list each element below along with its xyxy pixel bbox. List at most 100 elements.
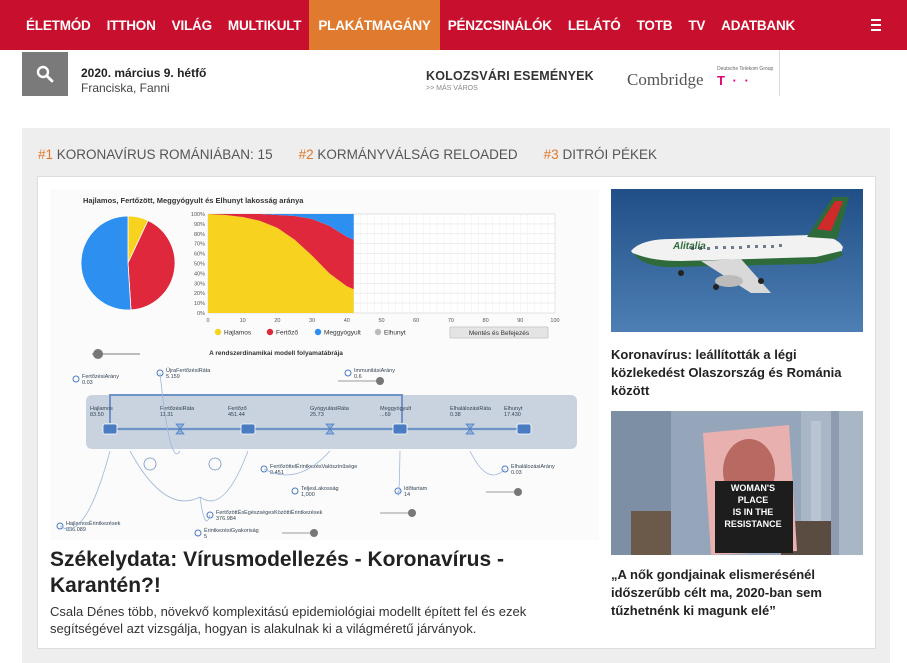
stock-value: 0.38 xyxy=(450,412,461,418)
main-lead: Csala Dénes több, növekvő komplexitású e… xyxy=(50,604,527,636)
x-tick-label: 60 xyxy=(413,318,419,324)
x-tick-label: 20 xyxy=(274,318,280,324)
date-nameday: 2020. március 9. hétfő Franciska, Fanni xyxy=(81,66,206,95)
x-tick-label: 100 xyxy=(550,318,559,324)
chart-title: Hajlamos, Fertőzött, Meggyógyult és Elhu… xyxy=(83,196,304,205)
x-tick-label: 40 xyxy=(344,318,350,324)
param-name: ÚjraFertőzésiRáta xyxy=(166,367,211,374)
side-headline-2[interactable]: „A nők gondjainak elismerésénél időszerű… xyxy=(611,566,866,620)
stock-node xyxy=(516,423,532,435)
nav-item-1[interactable]: ITTHON xyxy=(99,0,164,50)
legend-swatch xyxy=(314,328,322,336)
param-value: 836.089 xyxy=(66,527,86,533)
param-slider-handle xyxy=(514,488,522,496)
hamburger-icon xyxy=(871,18,881,33)
nav-item-5[interactable]: PÉNZCSINÁLÓK xyxy=(440,0,560,50)
trending-label: DITRÓI PÉKEK xyxy=(562,147,657,162)
x-tick-label: 80 xyxy=(483,318,489,324)
airline-text: Alitalia xyxy=(672,241,706,252)
x-tick-label: 50 xyxy=(378,318,384,324)
nav-item-9[interactable]: ADATBANK xyxy=(713,0,803,50)
trending-rank: #2 xyxy=(298,147,318,162)
search-button[interactable] xyxy=(22,52,68,96)
nav-item-0[interactable]: ÉLETMÓD xyxy=(0,0,99,50)
telekom-logo[interactable]: Deutsche Telekom Group T · · xyxy=(717,66,777,88)
param-value: 0.03 xyxy=(82,380,93,386)
y-tick-label: 10% xyxy=(194,301,205,307)
legend-label: Meggyógyult xyxy=(324,330,361,337)
y-tick-label: 40% xyxy=(194,271,205,277)
y-tick-label: 60% xyxy=(194,252,205,258)
param-value: 5.159 xyxy=(166,374,180,380)
pie-chart xyxy=(80,215,176,311)
nav-item-2[interactable]: VILÁG xyxy=(164,0,220,50)
stock-value: 25.73 xyxy=(310,412,324,418)
trending-topic-1[interactable]: #1 KORONAVÍRUS ROMÁNIÁBAN: 15 xyxy=(38,147,273,162)
sub-header: 2020. március 9. hétfő Franciska, Fanni … xyxy=(0,50,907,102)
stock-value: 83.50 xyxy=(90,412,104,418)
x-tick-label: 0 xyxy=(206,318,209,324)
trending-topics: #1 KORONAVÍRUS ROMÁNIÁBAN: 15 #2 KORMÁNYV… xyxy=(38,147,683,162)
slider-handle[interactable] xyxy=(93,349,103,359)
nav-item-3[interactable]: MULTIKULT xyxy=(220,0,309,50)
stock-node xyxy=(392,423,408,435)
nav-item-4[interactable]: PLAKÁTMAGÁNY xyxy=(309,0,440,50)
top-navigation: ÉLETMÓD ITTHON VILÁG MULTIKULT PLAKÁTMAGÁNY P… xyxy=(0,0,907,50)
legend-swatch xyxy=(266,328,274,336)
telekom-mark: T · · xyxy=(717,73,751,88)
sign-line-1: WOMAN'S xyxy=(731,483,775,493)
name-day: Franciska, Fanni xyxy=(81,81,170,95)
param-name: FertőzöttÉsEgészségesKözöttiÉrintkezések xyxy=(216,509,323,516)
param-value: 14 xyxy=(404,492,410,498)
param-name: FertőzöttelÉrintkezésValószínűsége xyxy=(270,463,357,470)
param-slider-handle xyxy=(376,377,384,385)
stock-value: 11.31 xyxy=(160,412,173,418)
sign-line-3: IS IN THE xyxy=(733,507,774,517)
city-events-title[interactable]: KOLOZSVÁRI ESEMÉNYEK xyxy=(426,69,594,83)
city-events[interactable]: KOLOZSVÁRI ESEMÉNYEK >> MÁS VÁROS xyxy=(426,69,594,92)
nav-item-8[interactable]: TV xyxy=(680,0,713,50)
x-tick-label: 30 xyxy=(309,318,315,324)
param-slider-handle xyxy=(408,509,416,517)
side-article-image-2[interactable]: WOMAN'S PLACE IS IN THE RESISTANCE xyxy=(611,411,863,555)
telekom-tagline: Deutsche Telekom Group xyxy=(717,66,774,72)
y-tick-label: 80% xyxy=(194,232,205,238)
current-date: 2020. március 9. hétfő xyxy=(81,66,207,80)
y-tick-label: 20% xyxy=(194,291,205,297)
legend-label: Hajlamos xyxy=(224,330,252,337)
legend-label: Elhunyt xyxy=(384,330,406,337)
x-tick-label: 90 xyxy=(517,318,523,324)
stock-value: ...69 xyxy=(380,412,391,418)
trending-topic-3[interactable]: #3 DITRÓI PÉKEK xyxy=(544,147,657,162)
search-icon xyxy=(36,65,54,83)
x-tick-label: 10 xyxy=(240,318,246,324)
legend-swatch xyxy=(214,328,222,336)
trending-rank: #1 xyxy=(38,147,57,162)
flow-band xyxy=(86,395,577,449)
combridge-logo[interactable]: Combridge xyxy=(627,70,704,90)
param-value: 5 xyxy=(204,534,207,540)
menu-button[interactable] xyxy=(845,0,907,50)
nav-item-6[interactable]: LELÁTÓ xyxy=(560,0,629,50)
stock-value: 451.44 xyxy=(228,412,245,418)
trending-rank: #3 xyxy=(543,147,563,162)
param-value: 376.984 xyxy=(216,516,236,522)
legend-swatch xyxy=(374,328,382,336)
airplane-photo: Alitalia xyxy=(611,189,863,332)
side-article-image-1[interactable]: Alitalia xyxy=(611,189,863,332)
diagram-title: A rendszerdinamikai modell folyamatábráj… xyxy=(209,350,343,357)
sign-line-4: RESISTANCE xyxy=(724,519,781,529)
main-article-image[interactable]: Hajlamos, Fertőzött, Meggyógyult és Elhu… xyxy=(50,189,599,540)
y-tick-label: 50% xyxy=(194,262,205,268)
nav-item-7[interactable]: TOTB xyxy=(629,0,681,50)
trending-topic-2[interactable]: #2 KORMÁNYVÁLSÁG RELOADED xyxy=(299,147,518,162)
param-value: 1,000 xyxy=(301,492,315,498)
stock-node xyxy=(240,423,256,435)
trending-label: KORMÁNYVÁLSÁG RELOADED xyxy=(317,147,518,162)
side-headline-1[interactable]: Koronavírus: leállították a légi közleke… xyxy=(611,346,866,400)
other-city-link[interactable]: >> MÁS VÁROS xyxy=(426,85,594,92)
y-tick-label: 0% xyxy=(197,311,205,317)
save-finish-label: Mentés és Befejezés xyxy=(469,330,530,337)
param-name: ÉrintkezésiGyakoriság xyxy=(204,527,259,534)
main-headline[interactable]: Székelydata: Vírusmodellezés - Koronavír… xyxy=(50,547,599,599)
